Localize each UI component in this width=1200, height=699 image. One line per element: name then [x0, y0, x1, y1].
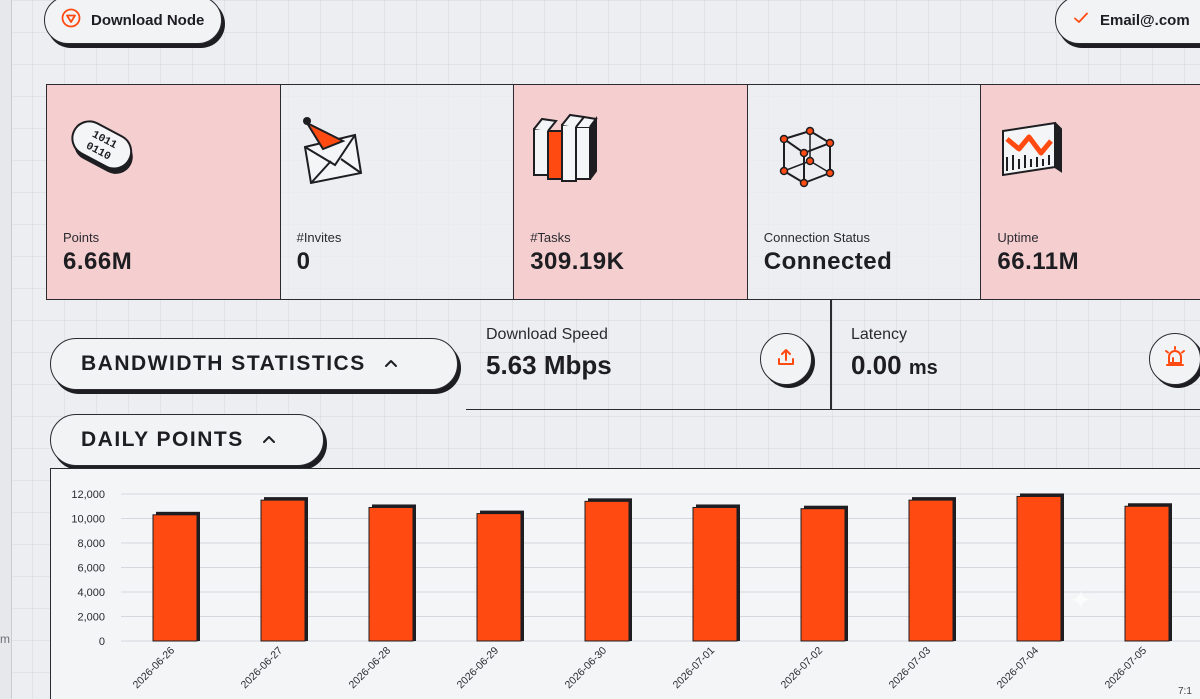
sparkle-watermark-icon: ✦	[1070, 585, 1092, 615]
x-tick-label: 2026-06-30	[563, 645, 610, 692]
download-speed-panel: Download Speed 5.63 Mbps	[466, 300, 832, 410]
stat-label: #Invites	[296, 230, 342, 245]
stat-label: #Tasks	[530, 230, 571, 245]
y-tick-label: 6,000	[77, 563, 105, 575]
alarm-siren-icon	[1163, 345, 1187, 374]
download-speed-value: 5.63 Mbps	[486, 350, 612, 380]
triangle-circle-icon	[61, 8, 81, 33]
daily-points-label: DAILY POINTS	[81, 428, 244, 451]
bar	[260, 499, 306, 642]
download-node-label: Download Node	[91, 11, 205, 29]
download-speed-label: Download Speed	[486, 326, 608, 343]
bar	[692, 506, 738, 642]
stats-grid: 1011 0110 Points 6.66M #Invites 0 #Tasks…	[46, 84, 1200, 300]
chevron-up-icon	[262, 431, 276, 449]
bar	[368, 506, 414, 642]
cube-network-icon	[764, 109, 844, 189]
stat-value: 66.11M	[997, 248, 1080, 275]
latency-panel: Latency 0.00 ms	[830, 300, 1200, 410]
stat-label: Connection Status	[763, 230, 871, 245]
dashboard-page: m Download Node Email@.com 1011 0110 Poi…	[0, 0, 1200, 699]
latency-unit: ms	[908, 357, 938, 379]
download-node-button[interactable]: Download Node	[44, 0, 222, 44]
stat-value: 0	[296, 248, 311, 275]
bar	[152, 514, 198, 642]
check-icon	[1072, 9, 1090, 32]
latency-label: Latency	[851, 326, 908, 343]
x-tick-label: 2026-06-28	[347, 645, 394, 692]
chevron-up-icon	[384, 355, 398, 373]
left-sidebar-edge	[0, 0, 12, 699]
stat-label: Uptime	[997, 230, 1039, 245]
books-icon	[530, 109, 610, 189]
stat-card-tasks: #Tasks 309.19K	[514, 85, 748, 299]
y-tick-label: 8,000	[77, 538, 105, 550]
latency-number: 0.00	[851, 350, 902, 380]
x-tick-label: 2026-06-29	[455, 645, 502, 692]
stat-value: Connected	[763, 248, 893, 275]
stat-card-uptime: Uptime 66.11M	[981, 85, 1200, 299]
taskbar-time: 7:1	[1178, 686, 1192, 697]
stat-label: Points	[63, 230, 100, 245]
y-tick-label: 4,000	[77, 587, 105, 599]
bar	[1124, 505, 1170, 642]
y-tick-label: 10,000	[71, 514, 105, 526]
bandwidth-statistics-label: BANDWIDTH STATISTICS	[81, 352, 366, 375]
stat-value: 309.19K	[530, 248, 625, 275]
stat-card-invites: #Invites 0	[280, 85, 515, 299]
left-edge-text: m	[0, 632, 10, 646]
y-tick-label: 12,000	[71, 489, 105, 501]
x-tick-label: 2026-07-03	[887, 645, 934, 692]
bar	[476, 513, 522, 642]
bandwidth-statistics-toggle[interactable]: BANDWIDTH STATISTICS	[50, 338, 458, 390]
latency-value: 0.00 ms	[851, 350, 938, 381]
stat-card-connection-status: Connection Status Connected	[747, 85, 982, 299]
email-label: Email@.com	[1100, 11, 1190, 29]
daily-points-chart: 0 2,000 4,000 6,000 8,000 10,000 12,000 2026-06…	[50, 468, 1200, 699]
daily-points-toggle[interactable]: DAILY POINTS	[50, 414, 324, 466]
upload-icon	[775, 346, 797, 373]
x-tick-label: 2026-07-05	[1103, 645, 1150, 692]
daily-points-chart-svg: 0 2,000 4,000 6,000 8,000 10,000 12,000 2026-06…	[71, 489, 1200, 692]
stat-value: 6.66M	[63, 248, 133, 275]
bar	[800, 508, 846, 642]
binary-pill-icon: 1011 0110	[63, 109, 143, 189]
x-tick-label: 2026-06-27	[239, 645, 286, 692]
x-tick-label: 2026-07-02	[779, 645, 826, 692]
email-account-button[interactable]: Email@.com	[1055, 0, 1200, 44]
bar	[584, 500, 630, 642]
upload-button[interactable]	[760, 333, 812, 385]
y-tick-label: 2,000	[77, 612, 105, 624]
envelope-pin-icon	[297, 109, 377, 189]
y-tick-label: 0	[99, 636, 105, 648]
bar	[908, 499, 954, 642]
uptime-chart-icon	[997, 109, 1077, 189]
bar	[1016, 495, 1062, 642]
x-tick-label: 2026-07-04	[995, 645, 1042, 692]
x-tick-label: 2026-06-26	[131, 645, 178, 692]
x-tick-label: 2026-07-01	[671, 645, 718, 692]
stat-card-points: 1011 0110 Points 6.66M	[47, 85, 281, 299]
alarm-button[interactable]	[1149, 333, 1200, 385]
